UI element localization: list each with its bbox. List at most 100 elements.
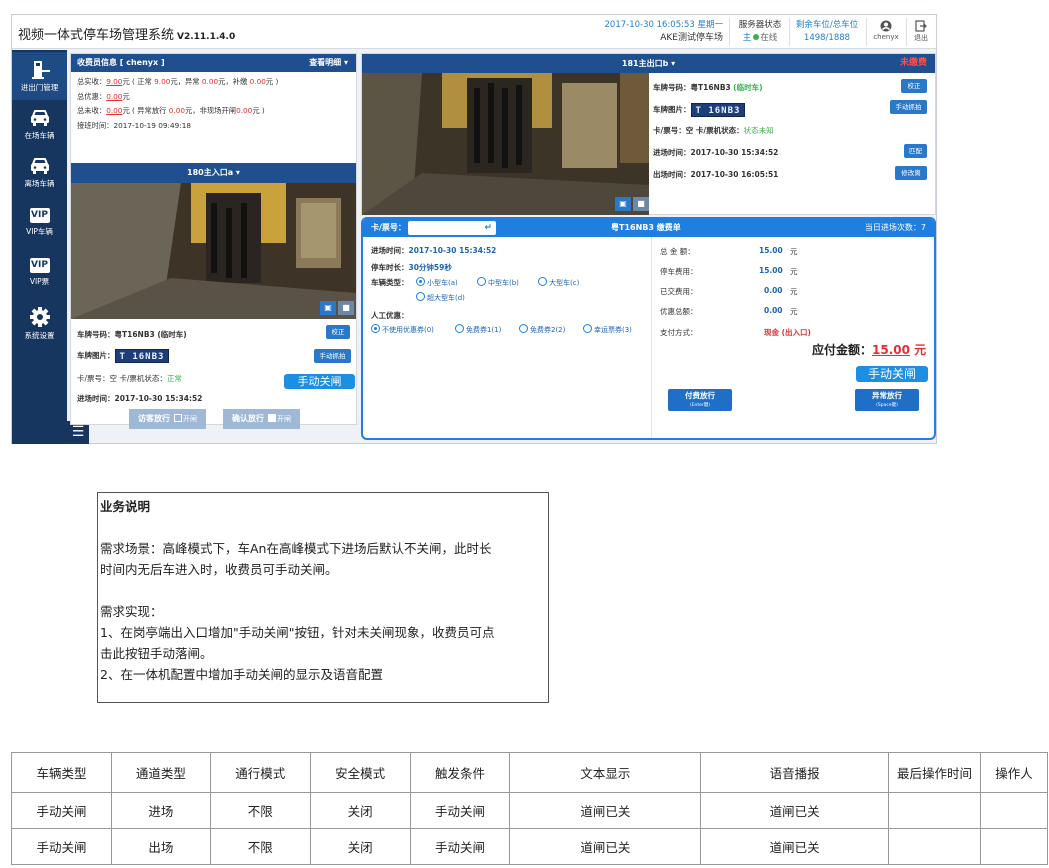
duration-value: 30分钟59秒 [408, 263, 452, 272]
discount-free-1[interactable]: 免费券1(1) [455, 324, 501, 335]
implementation-line-2: 2、在一体机配置中增加手动关闸的显示及语音配置 [100, 667, 383, 682]
paid-release-hint: (Enter键) [689, 403, 711, 408]
exit-camera-header: 181主出口b ▾ 未缴费 [362, 54, 935, 73]
confirm-release-label: 确认放行 [232, 414, 264, 423]
entrance-panel: 收费员信息 [ chenyx ] 查看明细 ▾ 总实收：9.00元 ( 正常 9… [70, 53, 357, 429]
datetime-block: 2017-10-30 16:05:53 星期一 AKE测试停车场 [597, 19, 723, 45]
radio-icon [583, 324, 592, 333]
user-menu[interactable]: chenyx [870, 20, 902, 41]
logout-label: 退出 [914, 34, 928, 42]
sidebar-item-vip-ticket[interactable]: VIP VIP票 [12, 250, 67, 298]
parking-app-window: 视频一体式停车场管理系统 V2.11.1.4.0 2017-10-30 16:05… [11, 14, 937, 444]
entry-time-label: 进场时间： [653, 148, 691, 157]
table-cell: 道闸已关 [509, 828, 702, 865]
open-gate-label: 开闸 [183, 415, 197, 423]
sidebar-item-vip-cars[interactable]: VIP VIP车辆 [12, 200, 67, 248]
paid-release-button[interactable]: 付费放行 (Enter键) [668, 389, 732, 411]
manual-close-gate-button[interactable]: 手动关闸 [284, 374, 355, 389]
camera-feed-image [362, 73, 649, 215]
abnormal-release-label: 元 ( 异常放行 [122, 106, 169, 115]
discount-none[interactable]: 不使用优惠券(0) [371, 324, 434, 335]
total-amount-value: 15.00 [759, 246, 783, 255]
radio-icon [538, 277, 547, 286]
checkbox-icon[interactable] [268, 414, 276, 422]
vehicle-type-small[interactable]: 小型车(a) [416, 277, 458, 288]
plate-image: T 16NB3 [690, 103, 746, 117]
total-discount-value: 0.00 [106, 91, 123, 101]
table-header-row: 车辆类型 通道类型 通行模式 安全模式 触发条件 文本显示 语音播报 最后操作时… [11, 752, 1049, 793]
visitor-release-button[interactable]: 访客放行 开闸 [129, 409, 206, 429]
video-icon[interactable]: ■ [633, 197, 649, 211]
total-unreceived-value: 0.00 [106, 106, 123, 115]
username: chenyx [873, 33, 899, 41]
parking-fee-value: 15.00 [759, 266, 783, 275]
exit-camera-selector[interactable]: 181主出口b ▾ [622, 59, 675, 68]
image-icon[interactable]: ▣ [320, 301, 336, 315]
divider [729, 18, 730, 46]
plate-value: 粤T16NB3 (临时车) [114, 330, 187, 339]
cashier-title: 收费员信息 [ chenyx ] [77, 58, 165, 67]
vehicle-type-xlarge[interactable]: 超大型车(d) [416, 292, 465, 303]
entry-time-label: 进场时间： [77, 394, 115, 403]
video-icon[interactable]: ■ [338, 301, 354, 315]
plate-image-label: 车牌图片： [653, 105, 691, 114]
correct-button[interactable]: 校正 [901, 79, 927, 93]
plate-image-label: 车牌图片： [77, 351, 115, 360]
vehicle-type-option: 超大型车(d) [427, 294, 465, 302]
sidebar-item-cars-in-lot[interactable]: 在场车辆 [12, 102, 67, 150]
view-detail-dropdown[interactable]: 查看明细 ▾ [309, 54, 348, 72]
manual-close-gate-button[interactable]: 手动关闸 [856, 366, 928, 382]
sidebar-item-label: 在场车辆 [24, 131, 55, 140]
plate-type: (临时车) [733, 83, 763, 92]
modify-exit-button[interactable]: 修改离 [895, 166, 927, 180]
column-header: 文本显示 [509, 752, 702, 793]
table-cell [979, 792, 1049, 829]
view-detail-label: 查看明细 [309, 58, 342, 67]
abnormal-release-label: 异常放行 [872, 391, 902, 400]
abnormal-label: 元，异常 [170, 77, 202, 86]
entrance-camera-selector[interactable]: 180主入口a ▾ [71, 163, 356, 183]
paid-value: 0.00 [764, 286, 783, 295]
total-received-line: 总实收：9.00元 ( 正常 9.00元，异常 0.00元，补缴 0.00元 ) [77, 75, 350, 90]
payment-details-right: 总 金 额： 15.00 元 停车费用： 15.00 元 已交费用： 0.00 … [651, 237, 934, 438]
sidebar-item-cars-left[interactable]: 离场车辆 [12, 150, 67, 198]
manual-capture-button[interactable]: 手动抓拍 [314, 349, 351, 363]
confirm-release-button[interactable]: 确认放行 开闸 [223, 409, 300, 429]
abnormal-release-button[interactable]: 异常放行 (Space键) [855, 389, 919, 411]
manual-capture-button[interactable]: 手动抓拍 [890, 100, 927, 114]
abnormal-release-value: 0.00 [168, 106, 185, 115]
card-label: 卡/票号：空 卡/票机状态： [77, 374, 167, 383]
camera-feed-image [71, 183, 356, 319]
vehicle-type-medium[interactable]: 中型车(b) [477, 277, 519, 288]
vehicle-type-large[interactable]: 大型车(c) [538, 277, 579, 288]
table-cell: 不限 [209, 828, 311, 865]
table-row: 手动关闸 进场 不限 关闭 手动关闸 道闸已关 道闸已关 [11, 792, 1049, 829]
correct-button[interactable]: 校正 [326, 325, 350, 339]
normal-label: 元 ( 正常 [122, 77, 155, 86]
discount-lucky[interactable]: 幸运票券(3) [583, 324, 632, 335]
card-number-input[interactable]: ↵ [408, 221, 496, 235]
vehicle-type-option: 中型车(b) [488, 279, 519, 287]
sidebar-item-gate-management[interactable]: 进出门管理 [12, 52, 67, 100]
image-icon[interactable]: ▣ [615, 197, 631, 211]
paid-label: 已交费用： [660, 287, 698, 296]
current-datetime: 2017-10-30 16:05:53 星期一 [604, 20, 723, 30]
table-cell [888, 792, 981, 829]
discount-option: 免费券1(1) [466, 326, 502, 334]
total-amount-label: 总 金 额： [660, 247, 695, 256]
checkbox-checked-icon[interactable] [174, 414, 182, 422]
table-cell: 手动关闸 [409, 792, 511, 829]
sidebar-item-label: 进出门管理 [20, 83, 59, 92]
abnormal-release-hint: (Space键) [876, 403, 898, 408]
sidebar-item-settings[interactable]: 系统设置 [12, 300, 67, 348]
total-unreceived-line: 总未收：0.00元 ( 异常放行 0.00元，非现场开闸0.00元 ) [77, 104, 350, 119]
match-button[interactable]: 匹配 [904, 144, 927, 158]
gate-icon [31, 61, 50, 79]
table-cell: 不限 [209, 792, 311, 829]
table-cell: 进场 [110, 792, 211, 829]
server-status: 服务器状态 主在线 [734, 19, 786, 45]
plate-label: 车牌号码： [77, 330, 115, 339]
abnormal-value: 0.00 [201, 77, 219, 86]
logout-button[interactable]: 退出 [910, 20, 932, 43]
discount-free-2[interactable]: 免费券2(2) [519, 324, 565, 335]
